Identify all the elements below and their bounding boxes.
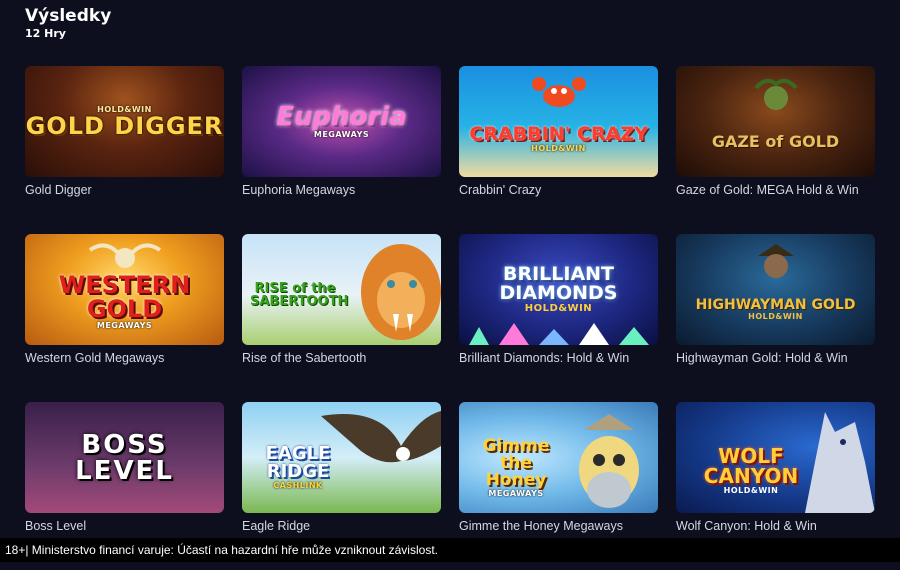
game-logo: Gimme the Honey — [482, 435, 550, 490]
medusa-icon — [754, 78, 798, 110]
game-logo: EAGLE RIDGE — [265, 443, 331, 482]
highwayman-icon — [758, 244, 794, 278]
game-logo: RISE of the SABERTOOTH — [250, 280, 349, 309]
crab-icon — [532, 77, 586, 107]
game-title[interactable]: Wolf Canyon: Hold & Win — [676, 518, 875, 534]
results-header: Výsledky 12 Hry — [25, 6, 111, 41]
game-logo-sub: HOLD&WIN — [524, 303, 593, 314]
game-thumbnail[interactable]: HOLD&WIN GOLD DIGGER — [25, 66, 224, 177]
sabertooth-icon — [361, 244, 441, 340]
game-title[interactable]: Gaze of Gold: MEGA Hold & Win — [676, 182, 875, 198]
game-logo: GOLD DIGGER — [25, 112, 224, 140]
game-logo: BRILLIANT DIAMONDS — [499, 263, 618, 304]
game-logo-sub: HOLD&WIN — [723, 486, 779, 495]
results-count: 12 Hry — [25, 27, 66, 40]
game-thumbnail[interactable]: Gimme the Honey MEGAWAYS — [459, 402, 658, 513]
game-logo-sub: MEGAWAYS — [96, 321, 153, 330]
game-logo-sub: CASHLINK — [273, 481, 323, 490]
game-thumbnail[interactable]: Euphoria MEGAWAYS — [242, 66, 441, 177]
games-grid: HOLD&WIN GOLD DIGGER Gold Digger Euphori… — [25, 66, 875, 570]
game-card-euphoria-megaways[interactable]: Euphoria MEGAWAYS Euphoria Megaways — [242, 66, 441, 234]
game-title[interactable]: Eagle Ridge — [242, 518, 441, 534]
game-thumbnail[interactable]: HIGHWAYMAN GOLD HOLD&WIN — [676, 234, 875, 345]
game-thumbnail[interactable]: GAZE of GOLD — [676, 66, 875, 177]
bull-skull-icon — [88, 243, 162, 268]
game-thumbnail[interactable]: WOLF CANYON HOLD&WIN — [676, 402, 875, 513]
eagle-icon — [321, 411, 441, 463]
game-logo-sub: MEGAWAYS — [313, 130, 370, 139]
gambling-warning-footer: 18+| Ministerstvo financí varuje: Účastí… — [0, 538, 900, 562]
game-card-gold-digger[interactable]: HOLD&WIN GOLD DIGGER Gold Digger — [25, 66, 224, 234]
game-logo: BOSS LEVEL — [75, 429, 174, 486]
wolf-icon — [805, 412, 875, 513]
game-logo: CRABBIN' CRAZY — [469, 122, 648, 145]
game-thumbnail[interactable]: BRILLIANT DIAMONDS HOLD&WIN — [459, 234, 658, 345]
page-title: Výsledky — [25, 6, 112, 26]
game-thumbnail[interactable]: WESTERN GOLD MEGAWAYS — [25, 234, 224, 345]
game-thumbnail[interactable]: BOSS LEVEL — [25, 402, 224, 513]
game-title[interactable]: Gold Digger — [25, 182, 224, 198]
game-card-crabbin-crazy[interactable]: CRABBIN' CRAZY HOLD&WIN Crabbin' Crazy — [459, 66, 658, 234]
game-title[interactable]: Gimme the Honey Megaways — [459, 518, 658, 534]
game-logo: WOLF CANYON — [703, 444, 799, 488]
game-thumbnail[interactable]: EAGLE RIDGE CASHLINK — [242, 402, 441, 513]
game-card-gaze-of-gold[interactable]: GAZE of GOLD Gaze of Gold: MEGA Hold & W… — [676, 66, 875, 234]
game-card-highwayman-gold[interactable]: HIGHWAYMAN GOLD HOLD&WIN Highwayman Gold… — [676, 234, 875, 402]
game-logo: GAZE of GOLD — [711, 131, 840, 151]
game-title[interactable]: Western Gold Megaways — [25, 350, 224, 366]
game-card-brilliant-diamonds[interactable]: BRILLIANT DIAMONDS HOLD&WIN Brilliant Di… — [459, 234, 658, 402]
game-logo: WESTERN GOLD — [58, 271, 191, 323]
game-title[interactable]: Rise of the Sabertooth — [242, 350, 441, 366]
game-logo-sub: HOLD&WIN — [531, 143, 586, 153]
game-card-western-gold-megaways[interactable]: WESTERN GOLD MEGAWAYS Western Gold Megaw… — [25, 234, 224, 402]
game-title[interactable]: Euphoria Megaways — [242, 182, 441, 198]
diamonds-icon — [469, 323, 649, 345]
game-logo-sub: MEGAWAYS — [488, 488, 544, 498]
bee-icon — [579, 414, 639, 508]
game-logo: HIGHWAYMAN GOLD — [695, 297, 856, 313]
game-thumbnail[interactable]: CRABBIN' CRAZY HOLD&WIN — [459, 66, 658, 177]
game-title[interactable]: Brilliant Diamonds: Hold & Win — [459, 350, 658, 366]
game-card-rise-of-the-sabertooth[interactable]: RISE of the SABERTOOTH Rise of the Saber… — [242, 234, 441, 402]
game-thumbnail[interactable]: RISE of the SABERTOOTH — [242, 234, 441, 345]
game-title[interactable]: Crabbin' Crazy — [459, 182, 658, 198]
game-title[interactable]: Highwayman Gold: Hold & Win — [676, 350, 875, 366]
game-title[interactable]: Boss Level — [25, 518, 224, 534]
game-logo-sub: HOLD&WIN — [748, 312, 803, 321]
game-logo: Euphoria — [276, 102, 407, 132]
